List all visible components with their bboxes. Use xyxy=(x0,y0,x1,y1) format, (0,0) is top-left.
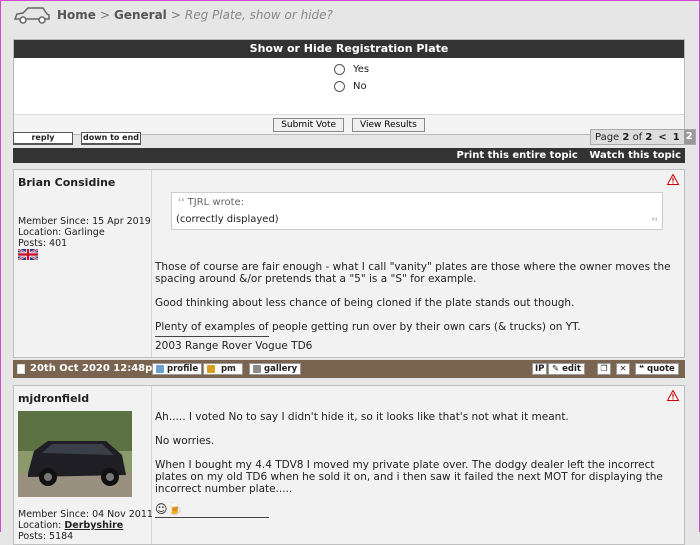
gallery-label: gallery xyxy=(264,364,298,374)
edit-label: edit xyxy=(562,364,581,374)
post-paragraph: No worries. xyxy=(155,435,215,447)
car-logo-icon[interactable] xyxy=(13,6,51,24)
reply-button[interactable]: reply xyxy=(13,132,73,145)
post: mjdronfield Member Since: 04 Nov 2011 Lo… xyxy=(13,385,685,545)
location-link[interactable]: Derbyshire xyxy=(64,520,123,531)
submit-vote-button[interactable]: Submit Vote xyxy=(273,117,345,132)
author-location: Location: Garlinge xyxy=(18,227,105,238)
breadcrumb-general-link[interactable]: General xyxy=(114,8,167,22)
down-to-end-button[interactable]: down to end xyxy=(81,132,141,145)
location-label: Location: xyxy=(18,520,62,531)
poll-option-yes[interactable]: Yes xyxy=(334,64,369,75)
poll-options: Yes No xyxy=(14,58,684,114)
signature-divider xyxy=(155,517,269,518)
pager-page-2: 2 xyxy=(683,130,695,144)
post-date: 20th Oct 2020 12:48pm xyxy=(17,363,163,374)
author-post-count: Posts: 5184 xyxy=(18,531,74,542)
breadcrumb-separator: > xyxy=(99,8,110,22)
author-post-count: Posts: 401 xyxy=(18,238,68,249)
quote-text: (correctly displayed) xyxy=(176,214,279,225)
drinking-smiley-icon: ☺🍺 xyxy=(155,502,183,516)
member-since: Member Since: 15 Apr 2019 xyxy=(18,216,151,227)
pager-page-1[interactable]: 1 xyxy=(673,132,680,143)
edit-icon: ✎ xyxy=(552,364,560,374)
delete-icon[interactable]: ✕ xyxy=(616,363,630,375)
post-body: Ah..... I voted No to say I didn't hide … xyxy=(155,411,680,521)
uk-flag-icon xyxy=(18,249,38,260)
pm-label: pm xyxy=(220,364,236,374)
member-since: Member Since: 04 Nov 2011 xyxy=(18,509,153,520)
breadcrumb-home-link[interactable]: Home xyxy=(57,8,96,22)
gallery-button[interactable]: gallery xyxy=(249,363,302,375)
post-paragraph: Those of course are fair enough - what I… xyxy=(155,261,671,285)
avatar xyxy=(18,411,132,497)
poll-box: Show or Hide Registration Plate Yes No S… xyxy=(13,39,685,135)
post-paragraph: Ah..... I voted No to say I didn't hide … xyxy=(155,411,569,423)
ip-button[interactable]: IP xyxy=(532,363,548,375)
pm-icon xyxy=(207,365,215,373)
view-results-button[interactable]: View Results xyxy=(352,117,425,132)
topic-actions-bar: Print this entire topic Watch this topic xyxy=(13,148,685,163)
post-paragraph: Good thinking about less chance of being… xyxy=(155,297,575,309)
post-paragraph: Plenty of examples of people getting run… xyxy=(155,321,581,333)
watch-topic-link[interactable]: Watch this topic xyxy=(589,150,681,161)
profile-label: profile xyxy=(167,364,199,374)
quote-header: ❛❛ TJRL wrote: xyxy=(178,197,244,208)
post: Brian Considine Member Since: 15 Apr 201… xyxy=(13,169,685,358)
quote-author: TJRL wrote: xyxy=(187,197,245,208)
radio-no[interactable] xyxy=(334,81,345,92)
poll-title: Show or Hide Registration Plate xyxy=(14,40,684,58)
signature: 2003 Range Rover Vogue TD6 xyxy=(155,340,313,352)
post-body: Those of course are fair enough - what I… xyxy=(155,261,680,352)
quote-block: ❛❛ TJRL wrote: (correctly displayed) ❜❜ xyxy=(171,192,663,230)
print-topic-link[interactable]: Print this entire topic xyxy=(457,150,578,161)
profile-icon xyxy=(156,365,164,373)
pager-current: 2 xyxy=(622,131,630,143)
radio-yes[interactable] xyxy=(334,64,345,75)
signature-divider xyxy=(155,336,269,337)
poll-actions: Submit Vote View Results xyxy=(14,114,684,134)
quote-close-icon: ❜❜ xyxy=(651,217,658,228)
pager-total: 2 xyxy=(645,131,653,143)
poll-option-label: Yes xyxy=(353,64,370,75)
pager-prev[interactable]: < xyxy=(658,132,666,143)
breadcrumb-current: Reg Plate, show or hide? xyxy=(184,8,333,22)
post-author-panel xyxy=(14,170,152,357)
poll-option-no[interactable]: No xyxy=(334,81,367,92)
copy-icon[interactable]: ❐ xyxy=(597,363,611,375)
edit-button[interactable]: ✎ edit xyxy=(548,363,585,375)
pager-label: Page xyxy=(595,131,620,143)
pager-of: of xyxy=(632,131,643,143)
author-location: Location: Derbyshire xyxy=(18,520,123,531)
post-date-text: 20th Oct 2020 12:48pm xyxy=(30,363,163,374)
quote-mark-icon: ❛❛ xyxy=(178,197,185,208)
post-document-icon xyxy=(17,363,25,374)
quote-button[interactable]: ❝ quote xyxy=(635,363,679,375)
breadcrumb-separator: > xyxy=(170,8,181,22)
post-author-name[interactable]: Brian Considine xyxy=(18,176,115,189)
poll-option-label: No xyxy=(353,81,367,92)
post-author-name[interactable]: mjdronfield xyxy=(18,392,89,405)
breadcrumb: Home > General > Reg Plate, show or hide… xyxy=(13,5,333,25)
report-warning-icon[interactable] xyxy=(667,174,679,185)
pagination: Page 2 of 2 < 1 2 xyxy=(590,129,696,145)
gallery-icon xyxy=(253,365,261,373)
quote-label: quote xyxy=(647,364,675,374)
profile-button[interactable]: profile xyxy=(152,363,203,375)
pm-button[interactable]: pm xyxy=(203,363,243,375)
post-footer-bar: 20th Oct 2020 12:48pm profile pm gallery… xyxy=(13,360,685,378)
report-warning-icon[interactable] xyxy=(667,390,679,401)
quote-icon: ❝ xyxy=(639,364,644,374)
post-paragraph: When I bought my 4.4 TDV8 I moved my pri… xyxy=(155,459,663,495)
